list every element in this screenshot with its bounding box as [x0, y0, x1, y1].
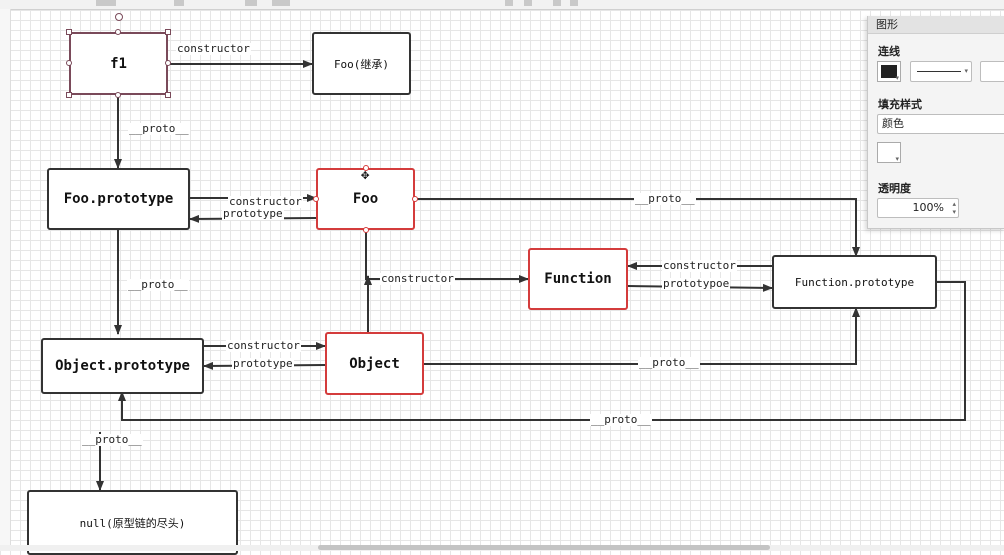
resize-handle[interactable]: [165, 92, 171, 98]
connection-point[interactable]: [363, 227, 369, 233]
resize-handle[interactable]: [165, 29, 171, 35]
fill-type-select[interactable]: 颜色: [877, 114, 1004, 134]
chevron-down-icon: ▾: [895, 155, 899, 163]
panel-title: 图形: [868, 16, 1004, 34]
stepper-icon[interactable]: ▴ ▾: [952, 200, 956, 216]
line-color-swatch[interactable]: ▾: [877, 61, 901, 82]
line-style-select[interactable]: ▾: [910, 61, 972, 82]
edge-label: constructor: [226, 339, 301, 352]
node-object-prototype[interactable]: Object.prototype: [41, 338, 204, 394]
resize-handle[interactable]: [115, 92, 121, 98]
node-object-label: Object: [349, 355, 400, 372]
line-style-sample: [917, 71, 961, 72]
node-foo-label: Foo: [352, 191, 379, 207]
line-width-field[interactable]: [980, 61, 1004, 82]
chevron-down-icon: ▾: [964, 67, 968, 75]
opacity-section-title: 透明度: [878, 182, 911, 195]
edge-label: constructor: [662, 259, 737, 272]
connection-point[interactable]: [412, 196, 418, 202]
node-function-prototype-label: Function.prototype: [794, 275, 915, 289]
fill-color-swatch[interactable]: ▾: [877, 142, 901, 163]
resize-handle[interactable]: [66, 29, 72, 35]
resize-handle[interactable]: [66, 92, 72, 98]
rotate-handle[interactable]: [115, 13, 123, 21]
edge-label: __proto__: [128, 122, 190, 135]
edge-label: prototypoe: [662, 277, 731, 290]
horizontal-scrollbar-thumb[interactable]: [318, 545, 770, 550]
node-function-prototype[interactable]: Function.prototype: [772, 255, 937, 309]
edge-label: __proto__: [127, 278, 189, 291]
format-panel: 图形 连线 ▾ ▾ 填充样式 颜色 ▾ 透明度 100% ▴ ▾: [867, 16, 1004, 229]
node-foo-prototype[interactable]: Foo.prototype: [47, 168, 190, 230]
line-section-title: 连线: [878, 45, 900, 58]
node-f1[interactable]: f1: [69, 32, 168, 95]
edge-label: __proto__: [81, 433, 143, 446]
node-function-label: Function: [544, 271, 612, 287]
node-object-prototype-label: Object.prototype: [55, 358, 190, 374]
move-cursor-icon: ✥: [361, 167, 370, 183]
edge-label: constructor: [176, 42, 251, 55]
node-f1-label: f1: [110, 55, 127, 72]
edge-label: __proto__: [634, 192, 696, 205]
fill-section-title: 填充样式: [878, 98, 922, 111]
node-function[interactable]: Function: [528, 248, 628, 310]
node-null-end-label: null(原型链的尽头): [79, 516, 186, 530]
opacity-value: 100%: [912, 201, 944, 214]
edge-label: prototype: [222, 207, 284, 220]
node-object[interactable]: Object: [325, 332, 424, 395]
node-foo-prototype-label: Foo.prototype: [63, 191, 174, 207]
resize-handle[interactable]: [66, 60, 72, 66]
edge-label: prototype: [232, 357, 294, 370]
opacity-input[interactable]: 100% ▴ ▾: [877, 198, 959, 218]
edge-foo-proto: [415, 198, 860, 257]
resize-handle[interactable]: [115, 29, 121, 35]
node-foo-inherit[interactable]: Foo(继承): [312, 32, 411, 95]
fill-type-value: 颜色: [882, 117, 904, 130]
connection-point[interactable]: [313, 196, 319, 202]
edge-label: __proto__: [638, 356, 700, 369]
edge-label: constructor: [380, 272, 455, 285]
resize-handle[interactable]: [165, 60, 171, 66]
node-foo-inherit-label: Foo(继承): [333, 57, 390, 71]
edge-label: __proto__: [590, 413, 652, 426]
chevron-down-icon: ▾: [895, 74, 899, 82]
